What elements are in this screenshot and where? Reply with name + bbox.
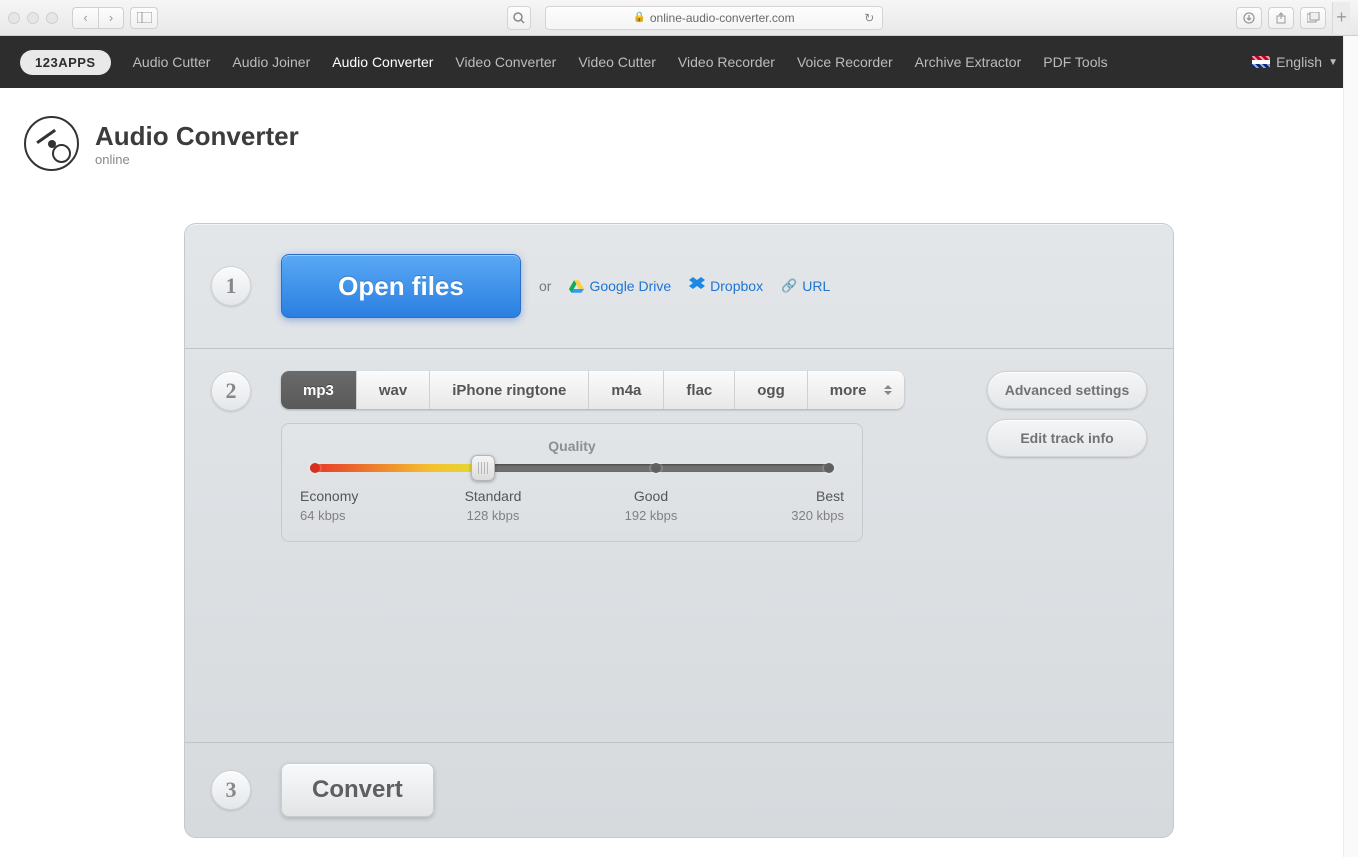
site-topnav: 123APPS Audio Cutter Audio Joiner Audio … <box>0 36 1358 88</box>
page-header: Audio Converter online <box>0 88 1358 195</box>
nav-archive-extractor[interactable]: Archive Extractor <box>915 54 1022 70</box>
downloads-button[interactable] <box>1236 7 1262 29</box>
quality-bitrate: 192 kbps <box>616 508 686 523</box>
side-buttons: Advanced settings Edit track info <box>987 371 1147 457</box>
google-drive-link[interactable]: Google Drive <box>569 278 671 294</box>
sidebar-icon <box>137 12 152 23</box>
app-logo-icon <box>24 116 79 171</box>
format-m4a[interactable]: m4a <box>589 371 664 409</box>
window-controls <box>8 12 58 24</box>
slider-stop <box>310 463 320 473</box>
lock-icon: 🔒 <box>633 12 645 23</box>
quality-label: Standard 128 kbps <box>458 488 528 523</box>
format-wav[interactable]: wav <box>357 371 430 409</box>
page-title: Audio Converter <box>95 121 299 152</box>
quality-name: Economy <box>300 488 370 504</box>
share-button[interactable] <box>1268 7 1294 29</box>
chevron-down-icon: ▼ <box>1328 57 1338 68</box>
quality-bitrate: 320 kbps <box>774 508 844 523</box>
back-button[interactable]: ‹ <box>72 7 98 29</box>
new-tab-button[interactable]: + <box>1332 2 1350 34</box>
nav-video-recorder[interactable]: Video Recorder <box>678 54 775 70</box>
dropbox-icon <box>689 277 705 295</box>
convert-button[interactable]: Convert <box>281 763 434 817</box>
reload-icon[interactable]: ↻ <box>864 11 874 25</box>
tabs-icon <box>1307 12 1320 23</box>
close-window-icon[interactable] <box>8 12 20 24</box>
main-panel: 1 Open files or Google Drive Dropbox 🔗 U… <box>184 223 1174 838</box>
quality-slider[interactable] <box>310 464 834 472</box>
download-icon <box>1243 12 1255 24</box>
step-2: 2 mp3 wav iPhone ringtone m4a flac ogg m… <box>185 348 1173 742</box>
step-3: 3 Convert <box>185 742 1173 837</box>
browser-chrome: ‹ › 🔒 online-audio-converter.com ↻ + <box>0 0 1358 36</box>
language-label: English <box>1276 54 1322 70</box>
google-drive-label: Google Drive <box>589 278 671 294</box>
format-tabs: mp3 wav iPhone ringtone m4a flac ogg mor… <box>281 371 904 409</box>
flag-icon <box>1252 56 1270 68</box>
quality-title: Quality <box>310 438 834 454</box>
step-1: 1 Open files or Google Drive Dropbox 🔗 U… <box>185 224 1173 348</box>
toolbar-right <box>1236 7 1326 29</box>
nav-video-converter[interactable]: Video Converter <box>455 54 556 70</box>
brand-logo[interactable]: 123APPS <box>20 50 111 75</box>
nav-audio-joiner[interactable]: Audio Joiner <box>232 54 310 70</box>
dropbox-label: Dropbox <box>710 278 763 294</box>
quality-bitrate: 128 kbps <box>458 508 528 523</box>
step-number: 3 <box>211 770 251 810</box>
advanced-settings-button[interactable]: Advanced settings <box>987 371 1147 409</box>
format-iphone-ringtone[interactable]: iPhone ringtone <box>430 371 589 409</box>
quality-label: Best 320 kbps <box>774 488 844 523</box>
search-button[interactable] <box>507 6 531 30</box>
open-files-button[interactable]: Open files <box>281 254 521 318</box>
page-subtitle: online <box>95 152 299 167</box>
google-drive-icon <box>569 280 584 293</box>
slider-stop <box>651 463 661 473</box>
nav-voice-recorder[interactable]: Voice Recorder <box>797 54 893 70</box>
edit-track-info-button[interactable]: Edit track info <box>987 419 1147 457</box>
sidebar-toggle-button[interactable] <box>130 7 158 29</box>
url-link[interactable]: 🔗 URL <box>781 278 830 294</box>
nav-audio-cutter[interactable]: Audio Cutter <box>133 54 211 70</box>
quality-labels: Economy 64 kbps Standard 128 kbps Good 1… <box>310 488 834 523</box>
address-bar[interactable]: 🔒 online-audio-converter.com ↻ <box>545 6 884 30</box>
quality-name: Good <box>616 488 686 504</box>
step-number: 2 <box>211 371 251 411</box>
slider-stop <box>824 463 834 473</box>
format-flac[interactable]: flac <box>664 371 735 409</box>
format-mp3[interactable]: mp3 <box>281 371 357 409</box>
nav-video-cutter[interactable]: Video Cutter <box>578 54 656 70</box>
quality-name: Best <box>774 488 844 504</box>
quality-label: Economy 64 kbps <box>300 488 370 523</box>
nav-buttons: ‹ › <box>72 7 124 29</box>
nav-audio-converter[interactable]: Audio Converter <box>332 54 433 70</box>
url-text: online-audio-converter.com <box>650 11 795 25</box>
quality-bitrate: 64 kbps <box>300 508 370 523</box>
forward-button[interactable]: › <box>98 7 124 29</box>
format-ogg[interactable]: ogg <box>735 371 808 409</box>
slider-thumb[interactable] <box>471 455 495 481</box>
search-icon <box>513 12 525 24</box>
nav-pdf-tools[interactable]: PDF Tools <box>1043 54 1107 70</box>
or-label: or <box>539 278 551 294</box>
step-number: 1 <box>211 266 251 306</box>
zoom-window-icon[interactable] <box>46 12 58 24</box>
quality-label: Good 192 kbps <box>616 488 686 523</box>
link-icon: 🔗 <box>781 278 797 294</box>
format-more[interactable]: more <box>808 371 905 409</box>
sort-arrows-icon <box>884 385 892 395</box>
language-selector[interactable]: English ▼ <box>1252 54 1338 70</box>
dropbox-link[interactable]: Dropbox <box>689 277 763 295</box>
slider-fill <box>310 464 483 472</box>
share-icon <box>1275 12 1287 24</box>
quality-panel: Quality Economy 64 kbps Standard <box>281 423 863 542</box>
url-label: URL <box>802 278 830 294</box>
quality-name: Standard <box>458 488 528 504</box>
scrollbar[interactable] <box>1343 36 1358 857</box>
minimize-window-icon[interactable] <box>27 12 39 24</box>
format-more-label: more <box>830 382 867 399</box>
tabs-button[interactable] <box>1300 7 1326 29</box>
